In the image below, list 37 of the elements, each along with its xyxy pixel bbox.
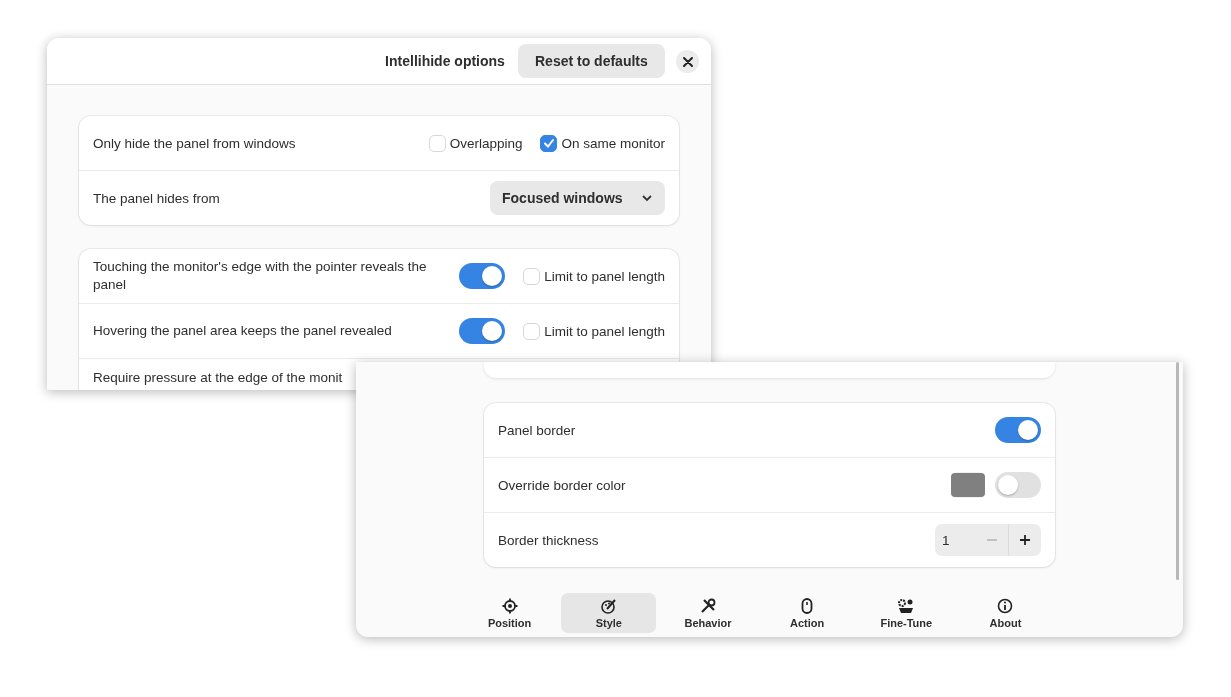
toggle-switch[interactable] bbox=[459, 263, 506, 289]
toggle-switch[interactable] bbox=[995, 417, 1041, 443]
tools-icon bbox=[700, 597, 716, 614]
checkbox[interactable]: Limit to panel length bbox=[523, 322, 665, 340]
checkbox[interactable]: Limit to panel length bbox=[523, 267, 665, 285]
plus-icon bbox=[1019, 534, 1031, 546]
color-button[interactable] bbox=[951, 472, 985, 498]
reset-button[interactable]: Reset to defaults bbox=[518, 44, 665, 78]
mouse-icon bbox=[801, 597, 814, 614]
gears-icon bbox=[897, 597, 916, 614]
row-label: Override border color bbox=[498, 477, 627, 493]
crosshair-icon bbox=[501, 597, 518, 614]
toggle-switch[interactable] bbox=[995, 472, 1041, 498]
nav-tab[interactable]: About bbox=[955, 593, 1055, 633]
nav-tab[interactable]: Style bbox=[561, 593, 657, 633]
checkbox[interactable]: Overlapping bbox=[428, 134, 523, 152]
nav-tab[interactable]: Fine-Tune bbox=[856, 593, 956, 633]
row-label: Require pressure at the edge of the monit bbox=[93, 369, 344, 387]
row-label: Touching the monitor's edge with the pointer reveals the panel bbox=[93, 258, 428, 294]
row-label: Panel border bbox=[498, 422, 577, 438]
nav-tab[interactable]: Action bbox=[757, 593, 857, 633]
palette-icon bbox=[600, 597, 617, 614]
nav-tab[interactable]: Behavior bbox=[658, 593, 758, 633]
checkmark-icon bbox=[541, 136, 556, 150]
info-icon bbox=[997, 597, 1014, 614]
number-field[interactable]: 1 bbox=[935, 532, 976, 548]
row-label: The panel hides from bbox=[93, 190, 221, 206]
chevron-down-icon bbox=[641, 194, 653, 202]
row-label: Border thickness bbox=[498, 532, 600, 548]
nav-tab[interactable]: Position bbox=[460, 593, 560, 633]
close-button[interactable] bbox=[676, 50, 699, 73]
row-label: Only hide the panel from windows bbox=[93, 135, 297, 151]
checkbox[interactable]: On same monitor bbox=[540, 134, 665, 152]
toggle-switch[interactable] bbox=[459, 318, 506, 344]
row-label: Hovering the panel area keeps the panel revealed bbox=[93, 322, 393, 340]
close-icon bbox=[682, 56, 693, 67]
dropdown[interactable]: Focused windows bbox=[490, 181, 665, 215]
